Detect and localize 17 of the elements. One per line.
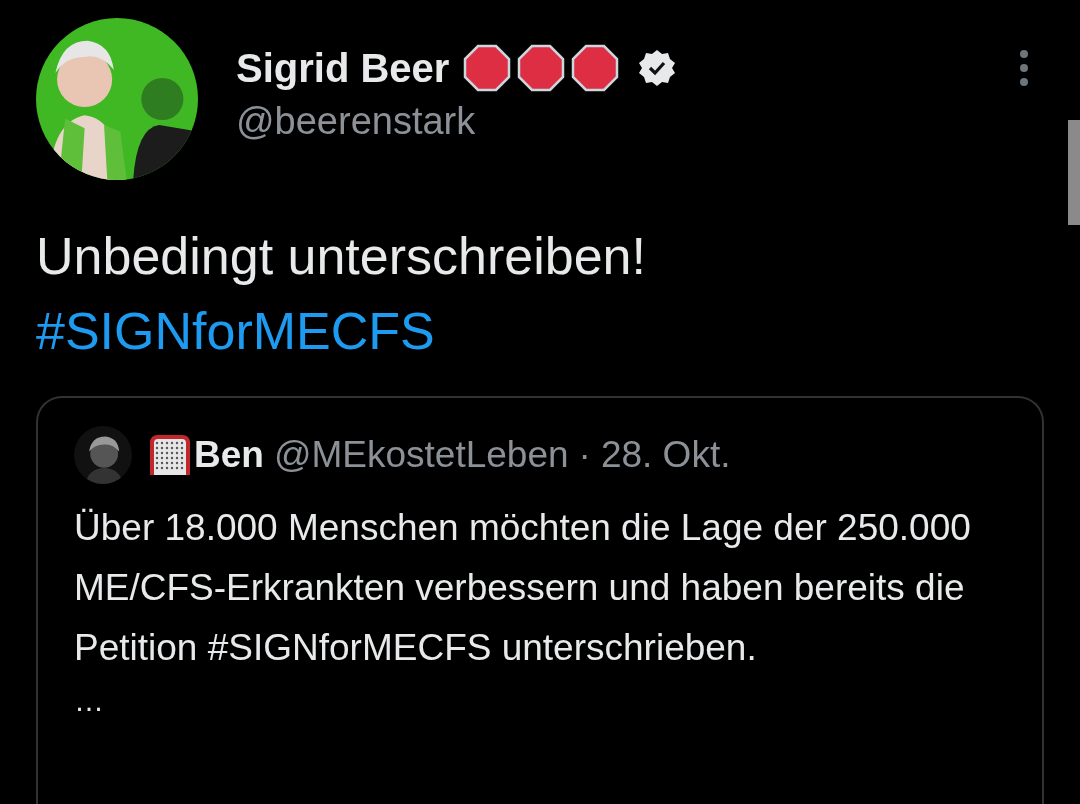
stop-sign-icon <box>517 44 566 92</box>
quoted-author-name: Ben <box>194 434 264 476</box>
stop-sign-icon <box>571 44 620 92</box>
tweet-text: Unbedingt unterschreiben! <box>36 226 646 287</box>
quoted-date: 28. Okt. <box>600 434 731 476</box>
separator-dot: · <box>578 434 591 476</box>
quoted-author-handle: @MEkostetLeben <box>273 434 569 476</box>
stop-sign-icon <box>463 44 512 92</box>
goal-net-icon <box>148 433 192 477</box>
quoted-tweet-text: Über 18.000 Menschen möchten die Lage der 250.000 ME/CFS-Erkrankten verbessern und haben bereits die Petition #SIGNforMECFS unterschrieben. <box>74 506 972 670</box>
hashtag-link[interactable]: #SIGNforMECFS <box>36 296 435 366</box>
author-handle[interactable]: @beerenstark <box>236 100 678 143</box>
verified-icon <box>637 48 678 88</box>
quoted-tweet-card[interactable]: Ben @MEkostetLeben · 28. Okt. Über 18.000 Menschen möchten die Lage der 250.000 ME/CFS-Erkrankten verbessern und haben bereits die Petition #SIGNforMECFS unterschrieben. … <box>36 396 1044 804</box>
ellipsis: … <box>74 684 104 718</box>
author-name: Sigrid Beer <box>236 45 450 91</box>
scrollbar[interactable] <box>1068 120 1080 225</box>
